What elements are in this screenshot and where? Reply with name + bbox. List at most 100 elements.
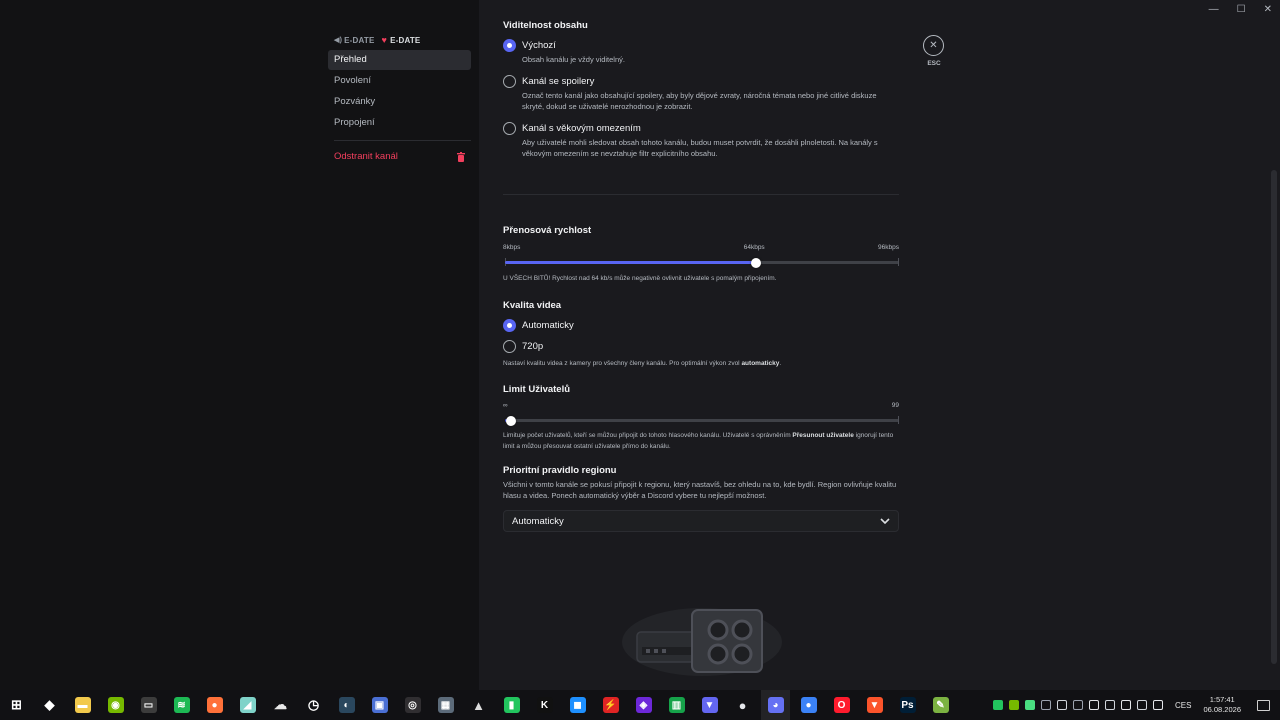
radio-description: Aby uživatelé mohli sledovat obsah tohot…: [522, 138, 878, 158]
camera-illustration-icon: [622, 608, 782, 676]
radio-text: Kanál s věkovým omezením Aby uživatelé mo…: [522, 122, 899, 159]
radio-text: Kanál se spoilery Označ tento kanál jako …: [522, 75, 899, 112]
radio-option[interactable]: 720p: [503, 339, 899, 353]
taskbar-app-0[interactable]: ⊞: [0, 690, 33, 720]
radio-selected-icon[interactable]: [503, 39, 516, 52]
tray-icon-3[interactable]: [1041, 700, 1051, 710]
tray-icon-10[interactable]: [1153, 700, 1163, 710]
taskbar-app-27[interactable]: Ps: [891, 690, 924, 720]
clock[interactable]: 1:57:41 06.08.2026: [1203, 695, 1241, 715]
k-app-icon: K: [536, 697, 553, 713]
heart-icon: ♥: [381, 35, 388, 45]
taskbar-app-24[interactable]: ●: [792, 690, 825, 720]
taskbar-app-18[interactable]: ⚡: [594, 690, 627, 720]
tray-icon-1[interactable]: [1009, 700, 1019, 710]
radio-selected-icon[interactable]: [503, 318, 516, 332]
tray-icon-9[interactable]: [1137, 700, 1147, 710]
tray-icon-7[interactable]: [1105, 700, 1115, 710]
taskbar-app-23[interactable]: ◕: [759, 690, 792, 720]
close-settings[interactable]: ✕ ESC: [923, 35, 945, 67]
taskbar-app-3[interactable]: ◉: [99, 690, 132, 720]
taskbar-app-17[interactable]: ◼: [561, 690, 594, 720]
tray-icon-6[interactable]: [1089, 700, 1099, 710]
taskbar-app-6[interactable]: ●: [198, 690, 231, 720]
radio-unselected-icon[interactable]: [503, 339, 516, 353]
taskbar-app-26[interactable]: ▼: [858, 690, 891, 720]
radio-label: 720p: [522, 340, 544, 352]
red-bolt-icon: ⚡: [602, 697, 619, 713]
limit-hint-bold: Přesunout uživatele: [792, 432, 854, 439]
bitrate-slider[interactable]: [503, 255, 899, 269]
taskbar-app-10[interactable]: ◐: [330, 690, 363, 720]
region-title: Prioritní pravidlo regionu: [503, 465, 617, 476]
radio-unselected-icon[interactable]: [503, 75, 516, 88]
sidebar-item-0[interactable]: Přehled: [328, 49, 471, 70]
sidebar-item-3[interactable]: Propojení: [328, 113, 471, 133]
scrollbar[interactable]: [1271, 170, 1277, 664]
tray-icon-0[interactable]: [993, 700, 1003, 710]
language-indicator[interactable]: CES: [1175, 701, 1191, 710]
radio-unselected-icon[interactable]: [503, 122, 516, 135]
taskbar-app-20[interactable]: ▥: [660, 690, 693, 720]
settings-content: — ☐ ✕ Viditelnost obsahu Výchozí Obsah ka…: [479, 0, 1280, 690]
section-divider: [503, 194, 899, 195]
taskbar-app-5[interactable]: ≋: [165, 690, 198, 720]
white-circle-icon: ●: [738, 697, 747, 713]
video-hint-bold: automaticky: [741, 359, 780, 367]
user-limit-slider[interactable]: [503, 413, 899, 427]
windows-start-icon: ⊞: [11, 697, 22, 712]
close-window-button[interactable]: ✕: [1264, 4, 1272, 15]
tray-icon-8[interactable]: [1121, 700, 1131, 710]
taskbar-app-13[interactable]: ▦: [429, 690, 462, 720]
taskbar-app-9[interactable]: ◷: [297, 690, 330, 720]
region-desc: Všichni v tomto kanále se pokusí připoji…: [503, 480, 897, 500]
limit-hint-text: Limituje počet uživatelů, kteří se můžou…: [503, 432, 793, 439]
file-explorer-icon: ▬: [74, 697, 91, 713]
radio-text: 720p: [522, 340, 543, 353]
taskbar-app-15[interactable]: ▮: [495, 690, 528, 720]
notepad-icon: ✎: [932, 697, 949, 713]
bitrate-value-label: 64kbps: [743, 244, 765, 251]
radio-option[interactable]: Kanál se spoilery Označ tento kanál jako …: [503, 75, 899, 112]
close-icon[interactable]: ✕: [923, 35, 944, 56]
taskbar-app-7[interactable]: ◢: [231, 690, 264, 720]
taskbar-app-21[interactable]: ▼: [693, 690, 726, 720]
user-limit-title: Limit Uživatelů: [503, 384, 571, 395]
user-limit-knob[interactable]: [506, 416, 516, 426]
taskbar-app-8[interactable]: ☁: [264, 690, 297, 720]
taskbar-app-25[interactable]: O: [825, 690, 858, 720]
radio-text: Automaticky: [522, 319, 574, 332]
taskbar-app-11[interactable]: ▣: [363, 690, 396, 720]
taskbar-app-22[interactable]: ●: [726, 690, 759, 720]
minimize-button[interactable]: —: [1209, 4, 1219, 15]
region-select[interactable]: Automaticky: [503, 510, 899, 532]
trash-icon: [457, 151, 465, 162]
sidebar-item-1[interactable]: Povolení: [328, 71, 471, 91]
bitrate-labels: 8kbps 64kbps 96kbps: [503, 244, 899, 254]
bitrate-knob[interactable]: [750, 258, 761, 268]
taskbar-app-28[interactable]: ✎: [924, 690, 957, 720]
delete-channel-button[interactable]: Odstranit kanál: [328, 149, 471, 165]
notifications-icon[interactable]: [1257, 699, 1270, 711]
tray-icon-2[interactable]: [1025, 700, 1035, 710]
taskbar-app-12[interactable]: ◎: [396, 690, 429, 720]
affinity-icon: ▲: [472, 697, 485, 713]
sidebar-item-2[interactable]: Pozvánky: [328, 92, 471, 112]
taskbar-app-2[interactable]: ▬: [66, 690, 99, 720]
taskbar-app-16[interactable]: K: [528, 690, 561, 720]
tray-icon-5[interactable]: [1073, 700, 1083, 710]
radio-label: Automaticky: [522, 319, 574, 331]
taskbar-app-19[interactable]: ◈: [627, 690, 660, 720]
maximize-button[interactable]: ☐: [1237, 4, 1246, 15]
radio-option[interactable]: Automaticky: [503, 318, 899, 332]
taskbar-app-14[interactable]: ▲: [462, 690, 495, 720]
blue-circle-icon: ●: [800, 697, 817, 713]
taskbar-app-4[interactable]: ▭: [132, 690, 165, 720]
radio-option[interactable]: Výchozí Obsah kanálu je vždy viditelný.: [503, 39, 899, 65]
taskbar-app-1[interactable]: ◆: [33, 690, 66, 720]
chevron-down-icon: [880, 518, 890, 524]
tray-icon-4[interactable]: [1057, 700, 1067, 710]
window-controls: — ☐ ✕: [1209, 4, 1272, 15]
radio-option[interactable]: Kanál s věkovým omezením Aby uživatelé mo…: [503, 122, 899, 159]
bitrate-tick-max: [898, 258, 899, 266]
